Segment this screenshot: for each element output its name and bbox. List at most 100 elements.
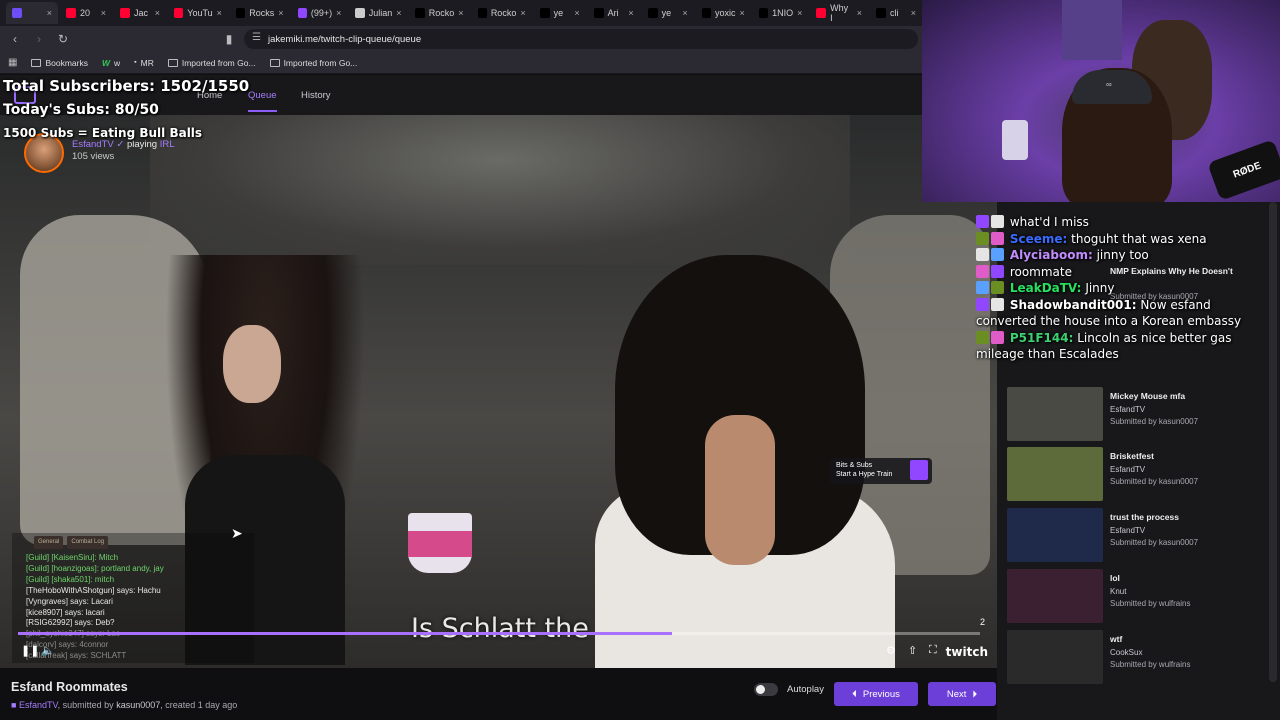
queue-item-thumbnail[interactable]: [1007, 387, 1103, 441]
queue-item[interactable]: Brisketfest EsfandTV Submitted by kasun000…: [1005, 447, 1275, 503]
today-subs-overlay: Today's Subs: 80/50: [3, 102, 159, 118]
video-progress-bar[interactable]: [18, 632, 980, 635]
previous-button[interactable]: ⏴ Previous: [834, 682, 918, 706]
video-background: [150, 115, 850, 265]
tab-favicon-icon: [235, 8, 246, 18]
browser-tab[interactable]: Rocko ×: [409, 2, 469, 24]
chat-badge-icon: [976, 215, 989, 228]
tab-close-icon[interactable]: ×: [47, 8, 52, 18]
tab-close-icon[interactable]: ×: [739, 8, 744, 18]
tab-label: (99+): [310, 8, 333, 18]
chat-username[interactable]: LeakDaTV:: [1010, 281, 1082, 295]
share-icon[interactable]: ⇧: [908, 644, 917, 657]
clip-channel-link[interactable]: EsfandTV: [19, 700, 58, 710]
tab-close-icon[interactable]: ×: [797, 8, 802, 18]
bookmark-imported-2[interactable]: Imported from Go...: [269, 58, 357, 68]
nav-queue[interactable]: Queue: [248, 90, 277, 112]
queue-item-thumbnail[interactable]: [1007, 630, 1103, 684]
tab-favicon-icon: [355, 8, 365, 18]
tab-close-icon[interactable]: ×: [682, 8, 687, 18]
tab-close-icon[interactable]: ×: [336, 8, 341, 18]
tab-close-icon[interactable]: ×: [520, 8, 525, 18]
reload-icon[interactable]: ↻: [56, 32, 70, 46]
queue-item-channel[interactable]: EsfandTV: [1110, 465, 1145, 474]
bookmark-icon[interactable]: ▮: [222, 32, 236, 46]
browser-tab[interactable]: Rocko ×: [472, 2, 532, 24]
clip-channel-link[interactable]: EsfandTV: [72, 139, 114, 150]
tab-label: cli: [889, 8, 899, 18]
queue-item-channel[interactable]: Knut: [1110, 587, 1126, 596]
address-bar[interactable]: ☰ jakemiki.me/twitch-clip-queue/queue: [244, 29, 918, 49]
autoplay-toggle[interactable]: [754, 683, 778, 696]
tab-close-icon[interactable]: ×: [217, 8, 222, 18]
browser-tab[interactable]: 20 ×: [60, 2, 112, 24]
gear-icon[interactable]: ⚙: [886, 644, 896, 657]
chat-username[interactable]: P51F144:: [1010, 331, 1074, 345]
bookmark-folder-bookmarks[interactable]: Bookmarks: [31, 58, 88, 68]
tab-close-icon[interactable]: ×: [857, 8, 862, 18]
browser-tab[interactable]: 1NIO ×: [753, 2, 809, 24]
video-player[interactable]: General Combat Log [Guild] [KaisenSiru]:…: [0, 115, 997, 668]
tab-close-icon[interactable]: ×: [628, 8, 633, 18]
browser-tab[interactable]: (99+) ×: [292, 2, 348, 24]
browser-tab[interactable]: Rocks ×: [230, 2, 290, 24]
tab-close-icon[interactable]: ×: [278, 8, 283, 18]
apps-grid-icon[interactable]: ▦: [8, 57, 17, 68]
browser-tab[interactable]: Ari ×: [588, 2, 640, 24]
browser-tab[interactable]: Julian ×: [349, 2, 407, 24]
webcam-cap: ∞: [1072, 70, 1152, 104]
chat-username[interactable]: Shadowbandit001:: [1010, 298, 1137, 312]
stream-chat-message: Sceeme: thoguht that was xena: [976, 231, 1266, 248]
tab-close-icon[interactable]: ×: [574, 8, 579, 18]
queue-item-channel[interactable]: EsfandTV: [1110, 405, 1145, 414]
site-info-icon[interactable]: ☰: [252, 32, 261, 43]
clip-game-link[interactable]: IRL: [160, 139, 175, 150]
tab-favicon-icon: [593, 8, 604, 18]
browser-tab[interactable]: ye ×: [534, 2, 586, 24]
tab-label: yoxic: [714, 8, 736, 18]
tab-close-icon[interactable]: ×: [458, 8, 463, 18]
queue-item-channel[interactable]: EsfandTV: [1110, 526, 1145, 535]
browser-tab[interactable]: yoxic ×: [696, 2, 751, 24]
queue-item[interactable]: Mickey Mouse mfa EsfandTV Submitted by kas…: [1005, 387, 1275, 443]
game-chat-tabs: General Combat Log: [34, 536, 109, 549]
queue-item-channel[interactable]: CookSux: [1110, 648, 1142, 657]
bookmark-w[interactable]: Ww: [102, 58, 120, 68]
bookmark-mr[interactable]: ▪ MR: [134, 58, 154, 68]
tab-favicon-icon: [415, 8, 425, 18]
queue-item-thumbnail[interactable]: [1007, 447, 1103, 501]
browser-tab[interactable]: ye ×: [642, 2, 694, 24]
queue-scrollbar[interactable]: [1269, 202, 1277, 682]
submitter-link[interactable]: kasun0007: [116, 700, 160, 710]
browser-tab[interactable]: ×: [6, 2, 58, 24]
stream-chat-message: what'd I miss: [976, 214, 1266, 231]
tab-favicon-icon: [66, 8, 76, 18]
pause-icon[interactable]: ❚❚: [21, 644, 39, 657]
volume-icon[interactable]: 🔈: [41, 644, 55, 657]
next-button[interactable]: Next ⏵: [928, 682, 996, 706]
queue-item[interactable]: trust the process EsfandTV Submitted by ka…: [1005, 508, 1275, 564]
queue-item[interactable]: wtf CookSux Submitted by wulfrains: [1005, 630, 1275, 686]
browser-tab[interactable]: Jac ×: [114, 2, 166, 24]
bookmark-imported-1[interactable]: Imported from Go...: [167, 58, 256, 68]
twitch-logo[interactable]: twitch: [946, 645, 988, 659]
tab-close-icon[interactable]: ×: [155, 8, 160, 18]
nav-history[interactable]: History: [301, 90, 331, 101]
browser-tab[interactable]: YouTu ×: [168, 2, 228, 24]
fullscreen-icon[interactable]: ⛶: [929, 644, 937, 657]
forward-icon[interactable]: ›: [32, 32, 46, 46]
browser-tab[interactable]: Why I ×: [810, 2, 868, 24]
chat-username[interactable]: Sceeme:: [1010, 232, 1067, 246]
chat-badge-icon: [976, 281, 989, 294]
chat-badge-icon: [991, 231, 1004, 245]
back-icon[interactable]: ‹: [8, 32, 22, 46]
queue-item[interactable]: lol Knut Submitted by wulfrains: [1005, 569, 1275, 625]
tab-close-icon[interactable]: ×: [101, 8, 106, 18]
browser-tab[interactable]: cli ×: [870, 2, 922, 24]
tab-close-icon[interactable]: ×: [396, 8, 401, 18]
queue-item-thumbnail[interactable]: [1007, 569, 1103, 623]
chat-username[interactable]: Alyciaboom:: [1010, 248, 1093, 262]
tab-close-icon[interactable]: ×: [911, 8, 916, 18]
queue-item-thumbnail[interactable]: [1007, 508, 1103, 562]
mouse-cursor-icon: ➤: [231, 525, 243, 541]
